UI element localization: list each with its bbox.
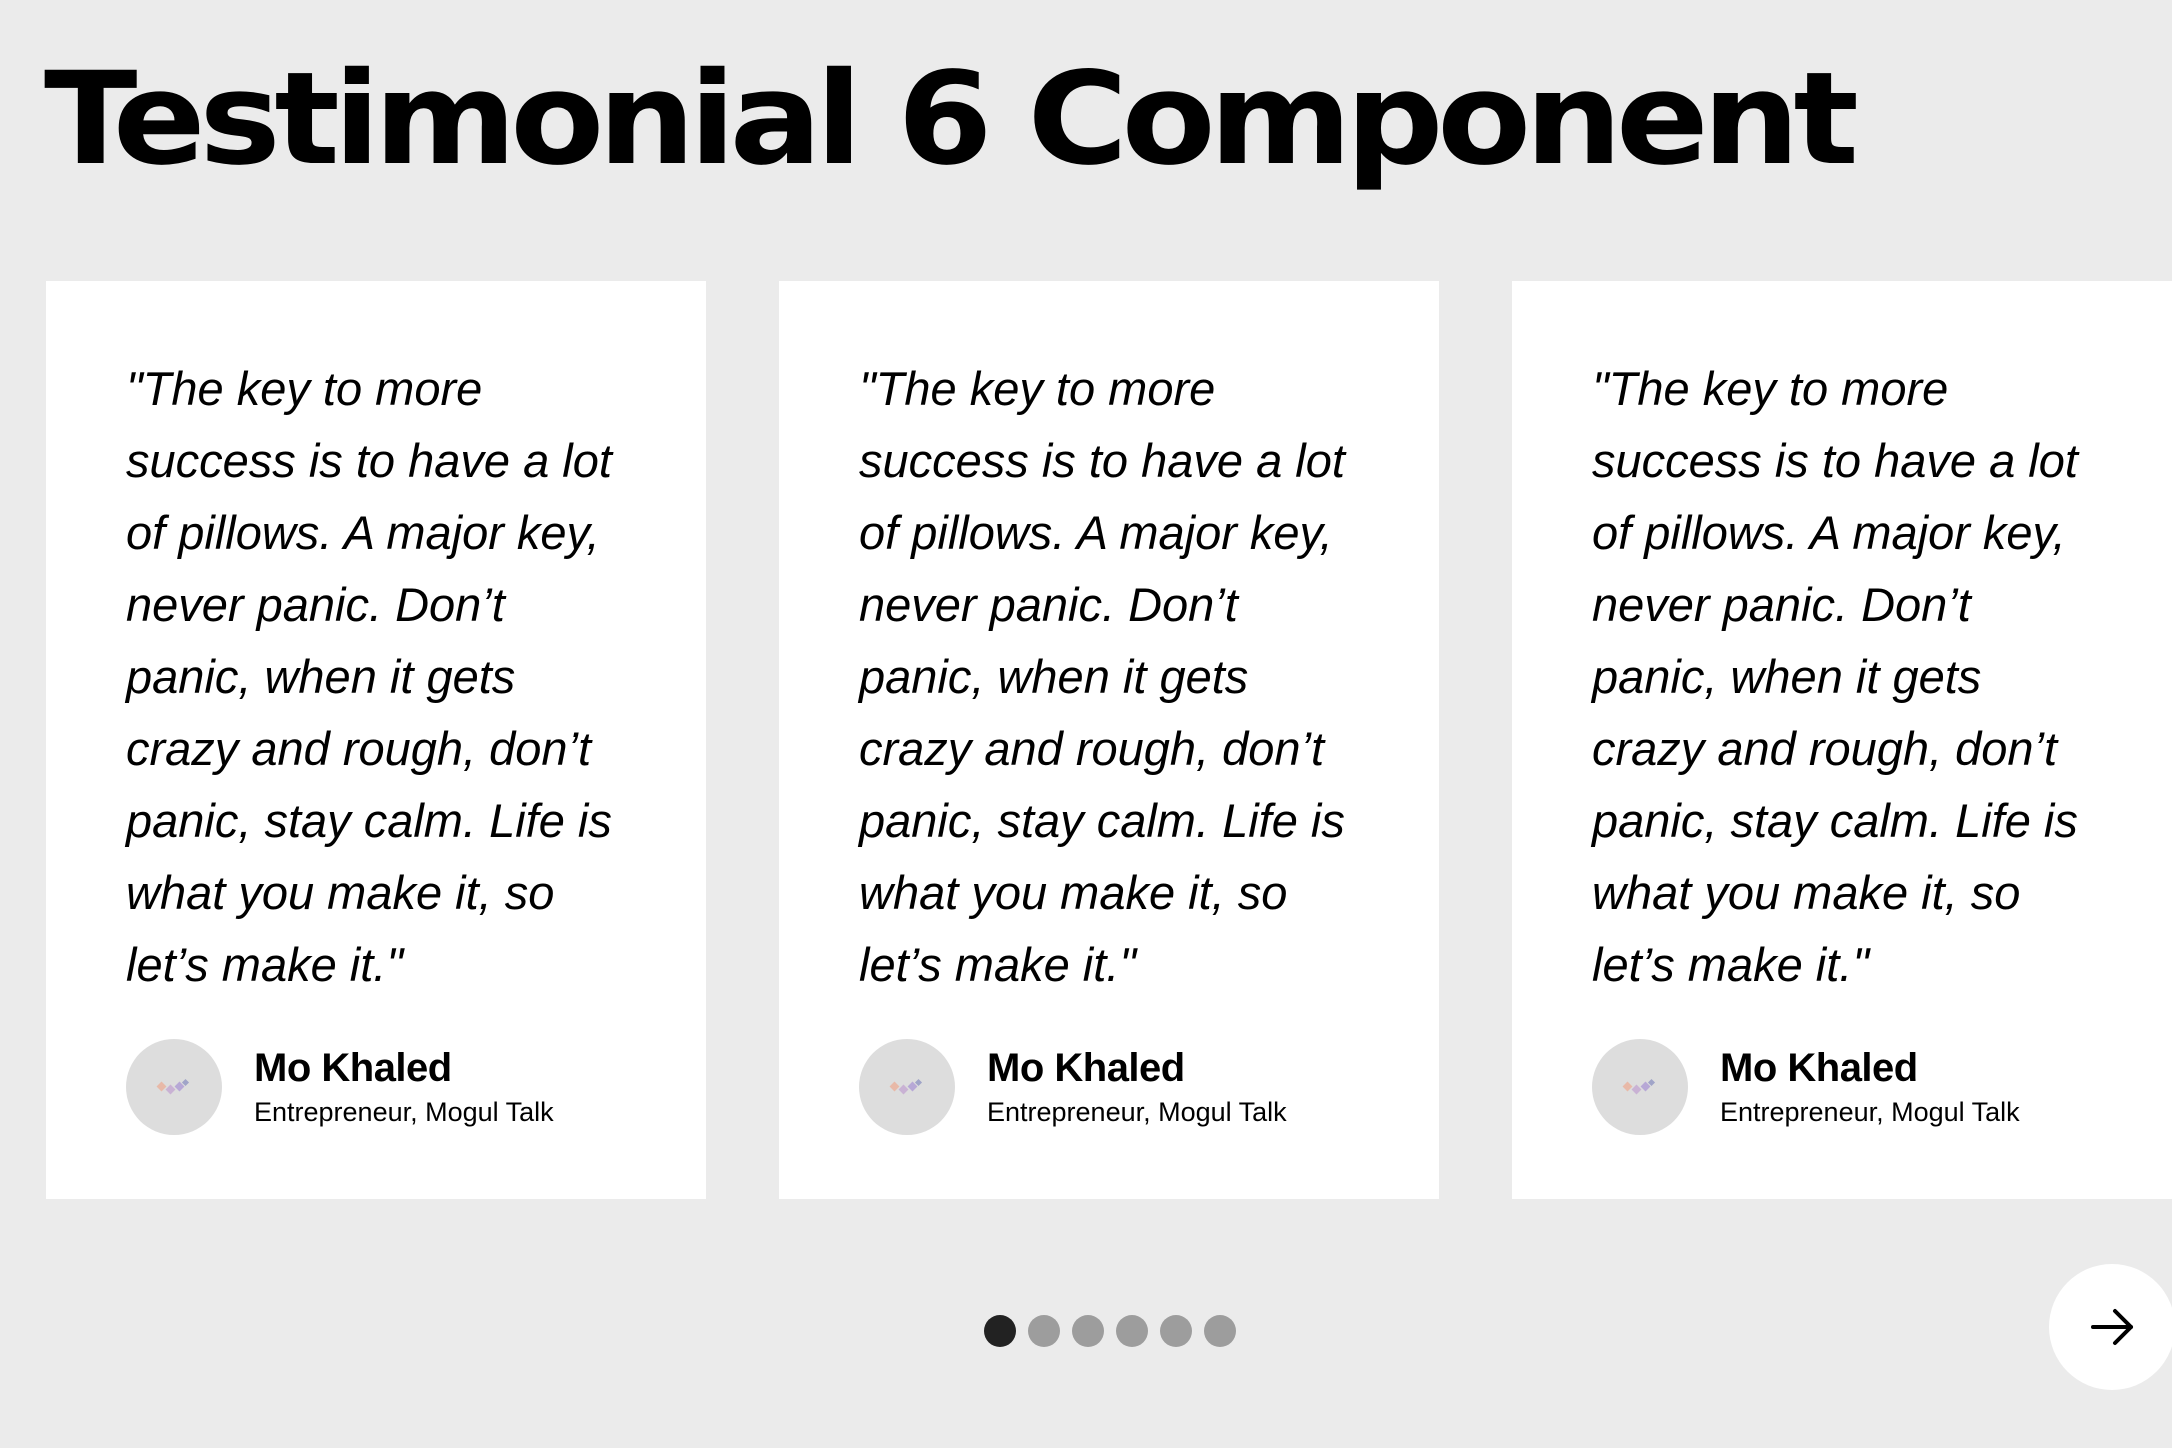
author-name: Mo Khaled	[987, 1046, 1185, 1090]
page-title: Testimonial 6 Component	[44, 45, 1859, 194]
pagination-dot[interactable]	[1028, 1315, 1060, 1347]
testimonial-quote: "The key to more success is to have a lo…	[859, 362, 1345, 991]
avatar	[1592, 1039, 1688, 1135]
logo-icon	[889, 1078, 923, 1095]
author-role: Entrepreneur, Mogul Talk	[254, 1097, 554, 1127]
testimonial-author: Mo Khaled Entrepreneur, Mogul Talk	[126, 1039, 554, 1135]
testimonial-card: "The key to more success is to have a lo…	[1512, 281, 2172, 1199]
testimonial-author: Mo Khaled Entrepreneur, Mogul Talk	[1592, 1039, 2020, 1135]
logo-icon	[1622, 1078, 1656, 1095]
author-name: Mo Khaled	[1720, 1046, 1918, 1090]
arrow-right-icon	[2091, 1309, 2133, 1345]
avatar	[859, 1039, 955, 1135]
author-role: Entrepreneur, Mogul Talk	[1720, 1097, 2020, 1127]
testimonial-card: "The key to more success is to have a lo…	[779, 281, 1439, 1199]
testimonial-quote: "The key to more success is to have a lo…	[126, 362, 612, 991]
testimonial-author: Mo Khaled Entrepreneur, Mogul Talk	[859, 1039, 1287, 1135]
pagination-dot[interactable]	[1116, 1315, 1148, 1347]
pagination-dot[interactable]	[984, 1315, 1016, 1347]
carousel-pagination	[984, 1315, 1236, 1347]
testimonial-carousel[interactable]: "The key to more success is to have a lo…	[46, 281, 2172, 1199]
testimonial-quote: "The key to more success is to have a lo…	[1592, 362, 2078, 991]
pagination-dot[interactable]	[1204, 1315, 1236, 1347]
pagination-dot[interactable]	[1072, 1315, 1104, 1347]
author-role: Entrepreneur, Mogul Talk	[987, 1097, 1287, 1127]
avatar	[126, 1039, 222, 1135]
pagination-dot[interactable]	[1160, 1315, 1192, 1347]
next-button[interactable]	[2049, 1264, 2172, 1390]
logo-icon	[156, 1078, 190, 1095]
testimonial-page: Testimonial 6 Component "The key to more…	[0, 0, 2172, 1448]
testimonial-card: "The key to more success is to have a lo…	[46, 281, 706, 1199]
author-name: Mo Khaled	[254, 1046, 452, 1090]
